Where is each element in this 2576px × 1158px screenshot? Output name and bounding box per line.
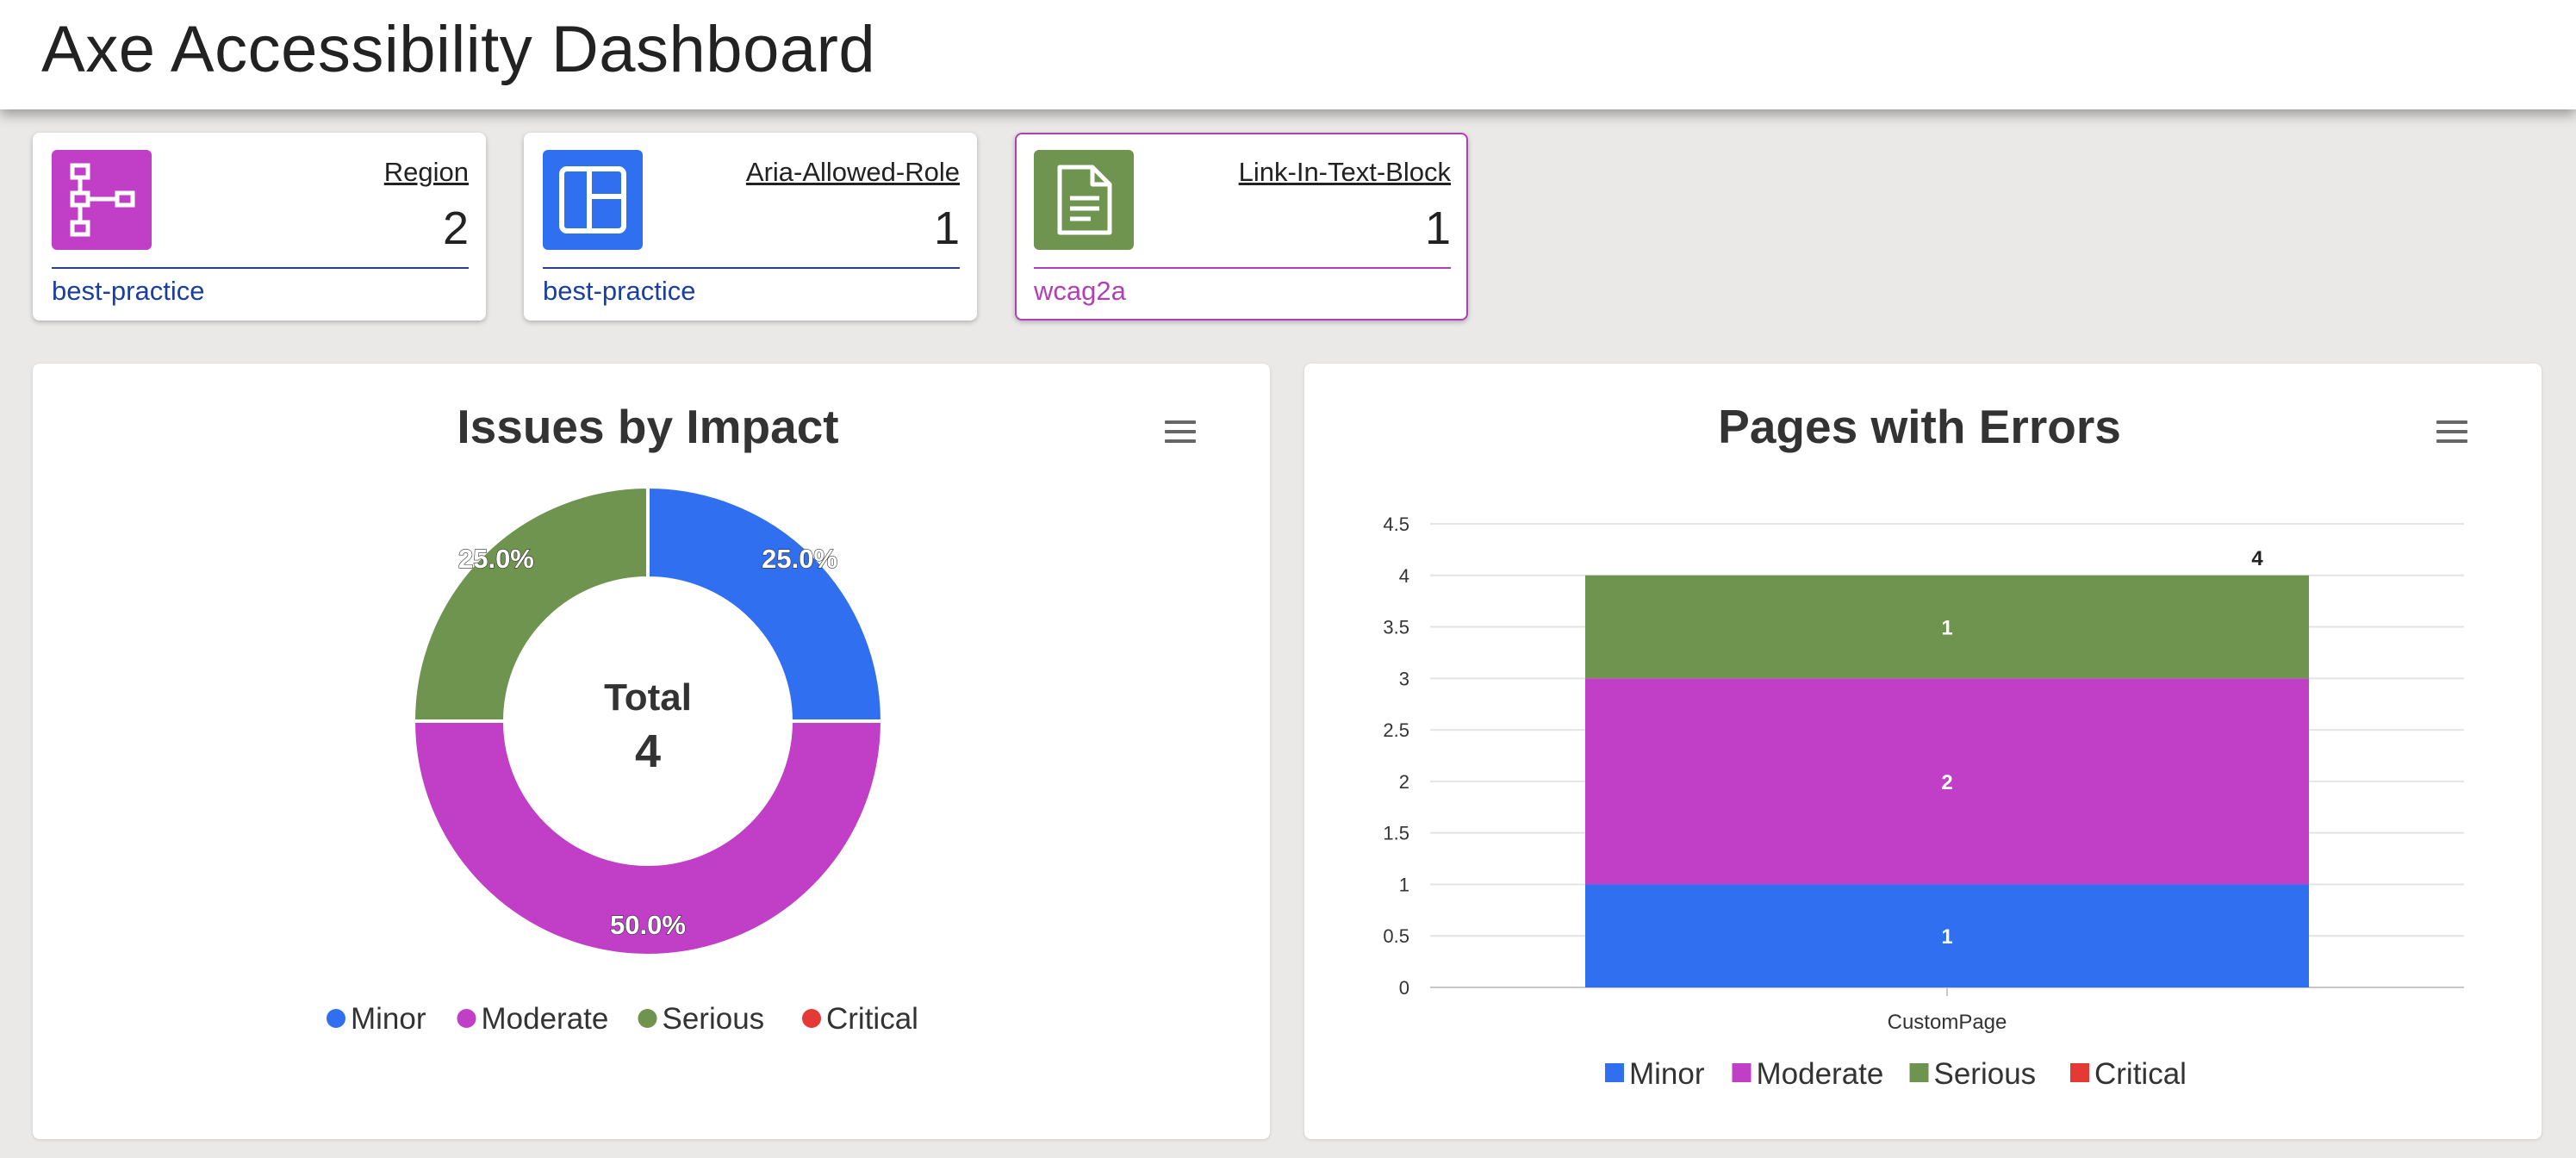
rule-link[interactable]: Region: [384, 157, 469, 188]
bar-value-label: 2: [1941, 771, 1952, 794]
tag-link[interactable]: best-practice: [52, 276, 204, 307]
divider: [543, 267, 960, 269]
rule-card-link-in-text-block[interactable]: Link-In-Text-Block 1 wcag2a: [1015, 133, 1468, 321]
y-tick-label: 1: [1399, 874, 1409, 895]
stacked-bar-chart: Pages with Errors 0 0.5 1 1.5 2 2.5 3 3.5 4 4.5 1…: [1383, 400, 2464, 1091]
rule-link[interactable]: Aria-Allowed-Role: [746, 157, 960, 188]
divider: [1034, 267, 1451, 269]
chart-title: Issues by Impact: [457, 400, 838, 453]
rule-link[interactable]: Link-In-Text-Block: [1239, 157, 1451, 188]
legend-marker-critical: [2070, 1063, 2089, 1082]
x-tick-label: CustomPage: [1888, 1011, 2007, 1034]
donut-center-value: 4: [635, 725, 661, 777]
issue-count: 1: [933, 202, 960, 254]
donut-center-label: Total: [604, 676, 692, 719]
divider: [52, 267, 469, 269]
legend-item-critical[interactable]: Critical: [826, 1002, 918, 1036]
bar-value-label: 1: [1941, 617, 1952, 640]
legend-item-minor[interactable]: Minor: [1629, 1057, 1705, 1091]
legend-marker-critical: [802, 1009, 821, 1028]
pages-chart-panel: Pages with Errors 0 0.5 1 1.5 2 2.5 3 3.5 4 4.5 1…: [1304, 364, 2542, 1139]
chart-title: Pages with Errors: [1718, 400, 2121, 453]
impact-chart-panel: Issues by Impact 25.0% 50.0% 25.0% Total 4…: [33, 364, 1270, 1139]
layout-icon: [543, 150, 643, 250]
y-tick-label: 0.5: [1383, 925, 1409, 947]
legend-marker-minor: [1605, 1063, 1624, 1082]
legend-marker-minor: [327, 1009, 345, 1028]
rule-card-aria-allowed-role[interactable]: Aria-Allowed-Role 1 best-practice: [524, 133, 977, 321]
y-tick-label: 3.5: [1383, 617, 1409, 638]
legend-item-serious[interactable]: Serious: [1934, 1057, 2037, 1091]
legend-item-serious[interactable]: Serious: [663, 1002, 765, 1036]
issue-count: 2: [442, 202, 469, 254]
issue-count: 1: [1424, 202, 1451, 254]
app-header: Axe Accessibility Dashboard: [0, 0, 2576, 109]
y-tick-label: 4: [1399, 565, 1409, 587]
bar-total-label: 4: [2251, 547, 2263, 570]
y-tick-label: 4.5: [1383, 514, 1409, 535]
donut-chart: Issues by Impact 25.0% 50.0% 25.0% Total 4…: [327, 400, 918, 1036]
legend-marker-moderate: [457, 1009, 476, 1028]
page-title: Axe Accessibility Dashboard: [41, 13, 876, 86]
legend-item-moderate[interactable]: Moderate: [482, 1002, 609, 1036]
tag-link[interactable]: wcag2a: [1034, 276, 1126, 307]
legend-marker-moderate: [1732, 1063, 1752, 1082]
bar-value-label: 1: [1941, 925, 1952, 949]
document-icon: [1034, 150, 1134, 250]
legend-marker-serious: [1909, 1063, 1929, 1082]
y-tick-label: 3: [1399, 668, 1409, 689]
tag-link[interactable]: best-practice: [543, 276, 695, 307]
y-tick-label: 0: [1399, 977, 1409, 999]
sitemap-icon: [52, 150, 152, 250]
y-tick-label: 1.5: [1383, 823, 1409, 844]
slice-label: 25.0%: [762, 544, 837, 574]
legend-marker-serious: [638, 1009, 657, 1028]
y-tick-label: 2.5: [1383, 719, 1409, 741]
slice-label: 50.0%: [610, 910, 686, 940]
legend-item-minor[interactable]: Minor: [351, 1002, 426, 1036]
slice-label: 25.0%: [458, 544, 534, 574]
rule-card-region[interactable]: Region 2 best-practice: [33, 133, 486, 321]
legend-item-critical[interactable]: Critical: [2094, 1057, 2187, 1091]
y-tick-label: 2: [1399, 771, 1409, 793]
legend-item-moderate[interactable]: Moderate: [1757, 1057, 1884, 1091]
